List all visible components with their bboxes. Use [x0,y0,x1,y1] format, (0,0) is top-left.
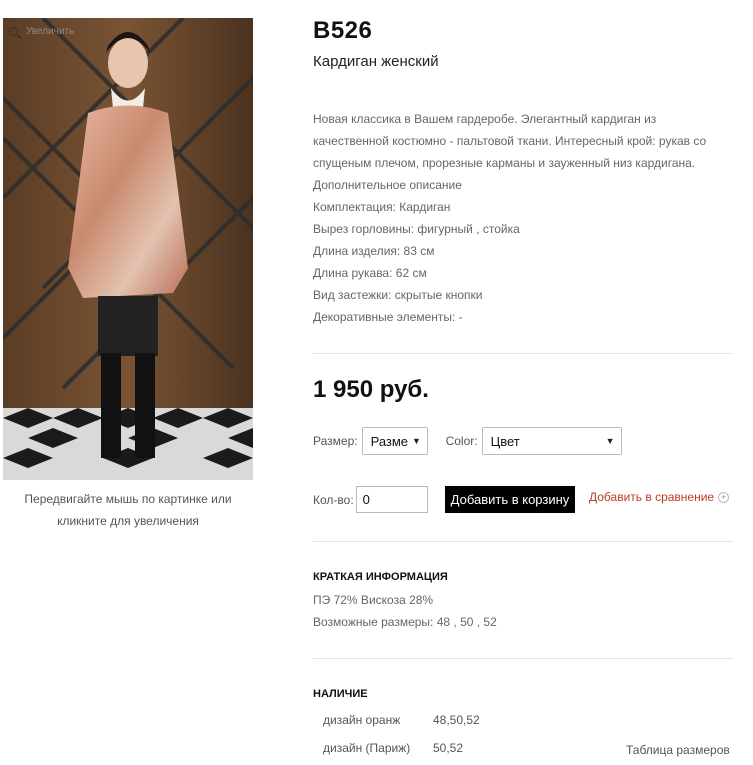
zoom-text: Увеличить [26,26,75,37]
zoom-label[interactable]: Увеличить [9,26,74,37]
size-select[interactable]: Разме ▼ [361,427,428,455]
color-select[interactable]: Цвет ▼ [481,427,622,455]
size-label: Размер: [313,434,358,448]
divider [313,658,733,659]
availability-design-name: дизайн оранж [323,713,401,727]
product-sku: B526 [313,17,373,44]
composition-text: ПЭ 72% Вискоза 28% [313,593,434,607]
product-description: Новая классика в Вашем гардеробе. Элеган… [313,108,733,328]
color-label: Color: [445,434,478,448]
availability-design-name: дизайн (Париж) [323,741,411,755]
color-select-value: Цвет [490,433,520,449]
sizes-text: Возможные размеры: 48 , 50 , 52 [313,615,497,629]
size-table-link[interactable]: Таблица размеров [626,743,730,757]
description-line: Декоративные элементы: - [313,310,463,324]
description-line: Длина рукава: 62 см [313,266,427,280]
product-photo-illustration [3,18,253,480]
brief-info-title: КРАТКАЯ ИНФОРМАЦИЯ [313,571,448,583]
description-line: качественной костюмно - пальтовой ткани.… [313,134,707,148]
description-line: Длина изделия: 83 см [313,244,435,258]
divider [313,541,733,542]
quantity-label: Кол-во: [313,492,354,507]
description-line: Дополнительное описание [313,178,462,192]
availability-row: дизайн оранж 48,50,52 [323,713,480,727]
description-line: спущеным плечом, прорезные карманы и зау… [313,156,696,170]
chevron-down-icon: ▼ [412,436,421,446]
availability-row: дизайн (Париж) 50,52 [323,741,463,755]
chevron-down-icon: ▼ [605,436,615,446]
availability-sizes: 48,50,52 [433,713,480,727]
add-to-compare-link[interactable]: Добавить в сравнение + [589,490,730,504]
quantity-input[interactable] [355,486,428,513]
availability-title: НАЛИЧИЕ [313,688,368,700]
product-image[interactable]: Увеличить [3,18,253,480]
quantity-row: Кол-во: Добавить в корзину [313,486,576,513]
image-caption: Передвигайте мышь по картинке или кликни… [24,492,232,528]
size-select-value: Разме [370,433,409,449]
add-to-cart-button[interactable]: Добавить в корзину [444,486,576,513]
magnifier-icon [9,27,18,36]
add-to-compare-label: Добавить в сравнение [589,490,715,504]
divider [313,353,733,354]
product-price: 1 950 руб. [313,376,429,403]
options-row: Размер: Разме ▼ Color: Цвет ▼ [313,427,622,455]
plus-circle-icon: + [718,491,730,503]
description-line: Вид застежки: скрытые кнопки [313,288,483,302]
product-subtitle: Кардиган женский [313,53,439,70]
availability-sizes: 50,52 [433,741,464,755]
description-line: Новая классика в Вашем гардеробе. Элеган… [313,112,657,126]
description-line: Комплектация: Кардиган [313,200,451,214]
description-line: Вырез горловины: фигурный , стойка [313,222,520,236]
